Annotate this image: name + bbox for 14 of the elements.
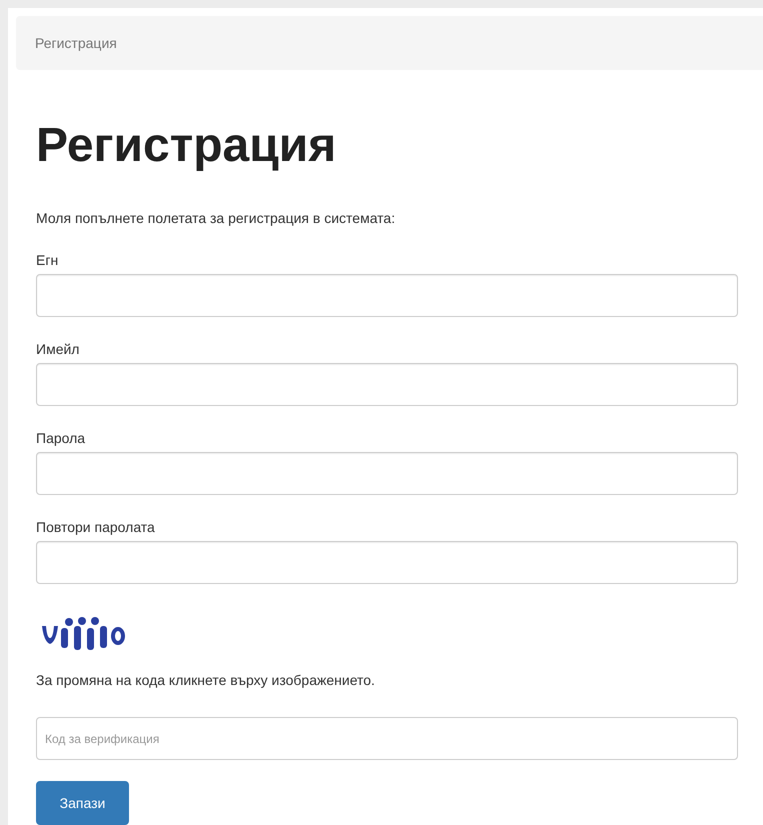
input-field[interactable] xyxy=(36,541,738,584)
input-field[interactable] xyxy=(36,274,738,317)
verification-code-field[interactable]: Код за верификация xyxy=(36,717,738,760)
captcha-hint: За промяна на кода кликнете върху изображението. xyxy=(36,671,376,690)
intro-text: Моля попълнете полетата за регистрация в системата: xyxy=(36,209,396,228)
breadcrumb-item[interactable]: Регистрация xyxy=(35,32,117,54)
field-label: Парола xyxy=(36,429,86,448)
field-label: Егн xyxy=(36,251,60,270)
page-heading: Регистрация xyxy=(36,118,338,174)
field-label: Имейл xyxy=(36,340,80,359)
save-button[interactable]: Запази xyxy=(36,781,129,825)
input-field[interactable] xyxy=(36,452,738,495)
input-field[interactable] xyxy=(36,363,738,406)
field-label: Повтори паролата xyxy=(36,518,156,537)
